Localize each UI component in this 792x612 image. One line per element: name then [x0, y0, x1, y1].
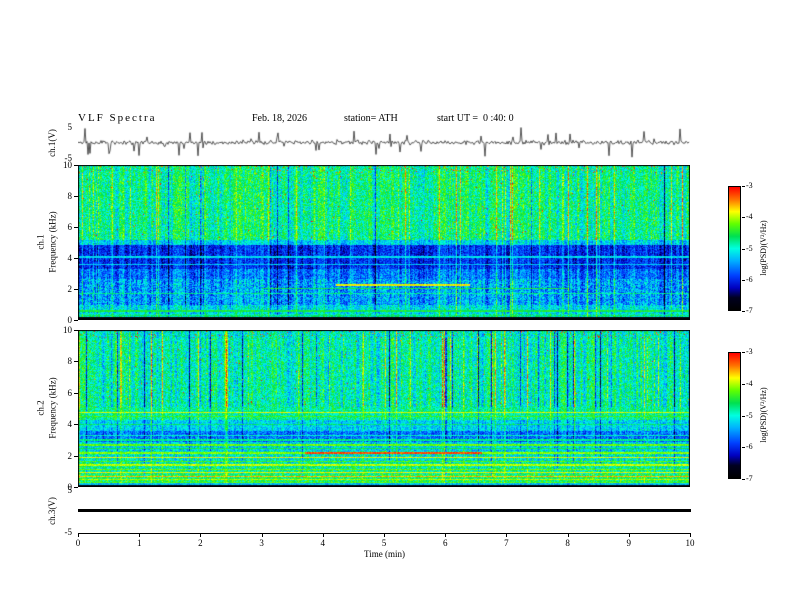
- colorbar-tick-label: -7: [746, 474, 753, 483]
- x-tick-label: 2: [198, 538, 203, 548]
- volt-tick-label: -5: [64, 527, 73, 537]
- ch1-spectrogram-plot: [78, 165, 690, 320]
- freq-tick-mark: [74, 455, 78, 457]
- colorbar-ch1: [728, 186, 741, 311]
- ch1-waveform-plot: [78, 127, 690, 158]
- x-tick-label: 3: [259, 538, 264, 548]
- colorbar-tick-mark: [742, 479, 745, 480]
- freq-tick-mark: [74, 196, 78, 197]
- x-tick-label: 4: [320, 538, 326, 548]
- ch2-spec-axis-title: ch.2 Frequency (kHz): [35, 377, 58, 438]
- colorbar-tick-label: -6: [746, 274, 753, 284]
- colorbar-tick-label: -4: [746, 378, 753, 388]
- x-tick-label: 8: [565, 538, 570, 548]
- ch2-spec-axis-title-line1: ch.2: [35, 400, 46, 416]
- plot-title: VLF Spectra: [78, 112, 157, 124]
- x-tick-mark: [322, 533, 324, 537]
- ch1-spec-axis-title-line1: ch.1: [35, 234, 46, 250]
- vlf-spectra-figure: VLF Spectra Feb. 18, 2026 station= ATH s…: [0, 0, 792, 612]
- colorbar-tick-label: -4: [746, 212, 753, 222]
- freq-tick-mark: [74, 392, 78, 394]
- x-tick-mark: [690, 533, 691, 537]
- colorbar-tick-mark: [742, 217, 745, 219]
- x-tick-label: 7: [504, 538, 509, 548]
- ch1-spec-axis-title: ch.1 Frequency (kHz): [35, 211, 58, 272]
- x-tick-mark: [200, 533, 202, 537]
- volt-tick-label: 5: [67, 122, 73, 132]
- x-tick-label: 9: [626, 538, 632, 548]
- freq-tick-label: 2: [67, 450, 73, 461]
- ch2-spec-axis-title-line2: Frequency (kHz): [47, 377, 57, 439]
- x-tick-label: 0: [75, 538, 81, 548]
- volt-tick-label: 5: [67, 485, 73, 495]
- ch3-flatline-trace: [78, 509, 691, 512]
- colorbar-tick-mark: [742, 447, 745, 449]
- colorbar-tick-mark: [742, 279, 745, 281]
- freq-tick-label: 8: [67, 356, 73, 367]
- freq-tick-mark: [74, 330, 78, 331]
- freq-tick-label: 10: [63, 325, 72, 335]
- colorbar-tick-label: -6: [746, 442, 753, 452]
- x-tick-mark: [567, 533, 569, 537]
- x-tick-mark: [261, 533, 263, 537]
- freq-tick-mark: [74, 258, 78, 259]
- ch2-spectrogram-plot: [78, 330, 690, 487]
- freq-tick-mark: [74, 361, 78, 363]
- freq-tick-mark: [74, 424, 78, 426]
- colorbar-tick-label: -3: [746, 181, 753, 190]
- colorbar-tick-label: -5: [746, 410, 753, 420]
- ch1-spec-axis-title-line2: Frequency (kHz): [47, 211, 57, 273]
- colorbar-tick-label: -7: [746, 306, 753, 315]
- freq-tick-mark: [74, 487, 78, 488]
- colorbar-tick-mark: [742, 186, 745, 187]
- x-tick-mark: [78, 533, 79, 537]
- freq-tick-label: 4: [67, 253, 73, 263]
- freq-tick-mark: [74, 289, 78, 290]
- colorbar-ch1-title: log(PSD)(V²/Hz): [758, 220, 768, 276]
- x-tick-mark: [445, 533, 447, 537]
- colorbar-tick-mark: [742, 248, 745, 250]
- x-tick-label: 10: [685, 538, 695, 548]
- plot-date: Feb. 18, 2026: [252, 113, 307, 124]
- x-tick-mark: [506, 533, 508, 537]
- ch3-wave-axis-title: ch.3(V): [47, 497, 58, 525]
- x-tick-label: 6: [442, 538, 448, 548]
- freq-tick-label: 6: [67, 387, 73, 398]
- colorbar-ch2-title: log(PSD)(V²/Hz): [758, 387, 768, 443]
- freq-tick-label: 2: [67, 284, 73, 294]
- colorbar-tick-label: -5: [746, 243, 753, 253]
- ch1-wave-axis-title: ch.1(V): [47, 129, 58, 157]
- x-tick-label: 5: [381, 538, 387, 548]
- freq-tick-label: 4: [67, 419, 73, 430]
- volt-tick-label: -5: [64, 153, 73, 163]
- colorbar-tick-mark: [742, 383, 745, 385]
- freq-tick-label: 6: [67, 222, 73, 232]
- plot-station: station= ATH: [344, 113, 398, 124]
- freq-tick-mark: [74, 165, 78, 166]
- freq-tick-label: 8: [67, 191, 73, 201]
- x-tick-label: 1: [136, 538, 142, 548]
- freq-tick-label: 0: [67, 315, 73, 325]
- colorbar-tick-label: -3: [746, 347, 753, 356]
- colorbar-ch2: [728, 352, 741, 479]
- x-tick-mark: [384, 533, 385, 537]
- colorbar-tick-mark: [742, 311, 745, 312]
- plot-start-ut: start UT = 0 :40: 0: [437, 113, 514, 124]
- freq-tick-mark: [74, 320, 78, 321]
- x-axis-title: Time (min): [364, 549, 405, 559]
- colorbar-tick-mark: [742, 352, 745, 353]
- freq-tick-mark: [74, 227, 78, 228]
- x-tick-mark: [628, 533, 630, 537]
- colorbar-tick-mark: [742, 415, 745, 417]
- x-tick-mark: [139, 533, 141, 537]
